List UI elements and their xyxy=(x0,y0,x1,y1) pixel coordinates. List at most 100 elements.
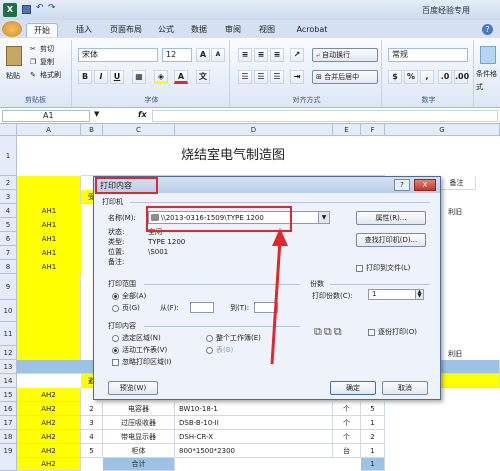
font-size-box[interactable]: 12 xyxy=(162,48,192,62)
cell-g4[interactable]: 利旧 xyxy=(440,206,470,218)
cell-d19[interactable]: 800*1500*2300 xyxy=(175,444,333,458)
decrease-decimal-icon[interactable]: .00 xyxy=(454,70,469,84)
cell-g12[interactable]: 利旧 xyxy=(440,348,470,360)
copies-spinner-icon[interactable]: ▲ ▼ xyxy=(415,290,423,299)
cell-c17[interactable]: 过压吸收器 xyxy=(103,416,175,430)
italic-button[interactable]: I xyxy=(94,70,108,84)
formula-input[interactable] xyxy=(152,110,498,122)
help-icon[interactable]: ? xyxy=(482,24,493,35)
all-pages-radio[interactable] xyxy=(112,293,119,300)
font-name-box[interactable]: 宋体 xyxy=(78,48,158,62)
underline-button[interactable]: U xyxy=(110,70,124,84)
tab-acrobat[interactable]: Acrobat xyxy=(290,23,334,37)
row-header-4[interactable]: 4 xyxy=(0,204,17,218)
cell-b19[interactable]: 5 xyxy=(81,444,103,458)
tab-insert[interactable]: 插入 xyxy=(70,23,98,37)
cell-a-upper-4[interactable]: AH1 xyxy=(17,246,81,260)
tab-page-layout[interactable]: 页面布局 xyxy=(104,23,148,37)
tab-data[interactable]: 数据 xyxy=(186,23,212,37)
fill-color-icon[interactable]: ◈ xyxy=(154,70,168,84)
phonetic-icon[interactable]: 文 xyxy=(196,70,210,84)
cell-g2[interactable]: 备注 xyxy=(438,176,476,190)
cell-f16[interactable]: 5 xyxy=(361,402,385,416)
ignore-print-areas-checkbox[interactable] xyxy=(112,359,119,366)
cut-button[interactable]: 剪切 xyxy=(40,43,54,56)
row-header-11[interactable]: 11 xyxy=(0,322,17,346)
cell-a-upper-5[interactable]: AH1 xyxy=(17,260,81,274)
row-header-6[interactable]: 6 xyxy=(0,232,17,246)
column-header-a[interactable]: A xyxy=(17,124,81,136)
tab-review[interactable]: 审阅 xyxy=(220,23,246,37)
align-left-icon[interactable]: ☰ xyxy=(238,70,252,84)
cell-a15[interactable]: AH2 xyxy=(17,388,81,402)
find-printer-button[interactable]: 查找打印机(D)... xyxy=(356,233,426,247)
column-header-f[interactable]: F xyxy=(361,124,385,136)
cell-a18[interactable]: AH2 xyxy=(17,430,81,444)
cell-f17[interactable]: 1 xyxy=(361,416,385,430)
percent-icon[interactable]: % xyxy=(404,70,418,84)
selection-radio[interactable] xyxy=(112,335,119,342)
active-sheets-radio[interactable] xyxy=(112,347,119,354)
cell-a19[interactable]: AH2 xyxy=(17,444,81,458)
copy-icon[interactable]: ❐ xyxy=(30,56,36,69)
row-header-18[interactable]: 18 xyxy=(0,430,17,444)
print-to-file-checkbox[interactable] xyxy=(356,265,363,272)
conditional-format-button[interactable]: 条件格式 xyxy=(476,68,500,91)
scissors-icon[interactable]: ✂ xyxy=(30,43,36,56)
align-top-icon[interactable]: ≡ xyxy=(238,48,252,62)
number-format-box[interactable]: 常规 xyxy=(388,48,468,62)
column-header-e[interactable]: E xyxy=(333,124,361,136)
row-header-1[interactable]: 1 xyxy=(0,136,17,176)
font-color-icon[interactable]: A xyxy=(174,70,188,84)
cell-c16[interactable]: 电容器 xyxy=(103,402,175,416)
cell-a-upper-2[interactable]: AH1 xyxy=(17,218,81,232)
cell-e16[interactable]: 个 xyxy=(333,402,361,416)
select-all-corner[interactable] xyxy=(0,124,17,136)
row-header-14[interactable]: 14 xyxy=(0,374,17,388)
copy-button[interactable]: 复制 xyxy=(40,56,54,69)
align-bottom-icon[interactable]: ≡ xyxy=(270,48,284,62)
cell-b17[interactable]: 3 xyxy=(81,416,103,430)
format-painter-button[interactable]: 格式刷 xyxy=(40,69,61,82)
table-radio[interactable] xyxy=(206,347,213,354)
cell-a-upper-1[interactable]: AH1 xyxy=(17,204,81,218)
row-header-2[interactable]: 2 xyxy=(0,176,17,190)
save-icon[interactable] xyxy=(22,5,31,14)
undo-icon[interactable]: ↶ xyxy=(36,3,44,13)
row-header-5[interactable]: 5 xyxy=(0,218,17,232)
properties-button[interactable]: 属性(R)... xyxy=(356,211,426,225)
cell-c18[interactable]: 带电显示器 xyxy=(103,430,175,444)
cell-f19[interactable]: 1 xyxy=(361,444,385,458)
currency-icon[interactable]: $ xyxy=(388,70,402,84)
row-header-16[interactable]: 16 xyxy=(0,402,17,416)
column-header-b[interactable]: B xyxy=(81,124,103,136)
cell-e19[interactable]: 台 xyxy=(333,444,361,458)
cell-a-upper-3[interactable]: AH1 xyxy=(17,232,81,246)
copies-input[interactable]: 1 ▲ ▼ xyxy=(368,289,424,300)
orientation-icon[interactable]: ↗ xyxy=(290,48,304,62)
row-header-19[interactable]: 19 xyxy=(0,444,17,471)
comma-icon[interactable]: , xyxy=(420,70,434,84)
printer-dropdown-icon[interactable]: ▼ xyxy=(318,212,329,223)
row-header-9[interactable]: 9 xyxy=(0,274,17,300)
cell-a17[interactable]: AH2 xyxy=(17,416,81,430)
cell-c20[interactable]: 合计 xyxy=(103,458,175,471)
row-header-8[interactable]: 8 xyxy=(0,260,17,274)
row-header-3[interactable]: 3 xyxy=(0,190,17,204)
cell-a20[interactable]: AH2 xyxy=(17,458,81,471)
cell-d16[interactable]: BW10-18-1 xyxy=(175,402,333,416)
row-header-12[interactable]: 12 xyxy=(0,346,17,360)
redo-icon[interactable]: ↷ xyxy=(48,3,56,13)
align-middle-icon[interactable]: ≡ xyxy=(254,48,268,62)
fx-icon[interactable]: fx xyxy=(138,110,147,119)
title-cell[interactable]: 烧结室电气制造图 xyxy=(81,136,385,176)
column-header-d[interactable]: D xyxy=(175,124,333,136)
merge-center-button[interactable]: ⊞ 合并后居中 xyxy=(312,70,378,84)
dialog-close-button[interactable]: X xyxy=(414,179,436,191)
column-header-c[interactable]: C xyxy=(103,124,175,136)
tab-view[interactable]: 视图 xyxy=(254,23,280,37)
paste-icon[interactable] xyxy=(6,46,22,66)
cell-e17[interactable]: 个 xyxy=(333,416,361,430)
tab-home[interactable]: 开始 xyxy=(26,23,58,37)
border-icon[interactable]: ▦ xyxy=(132,70,146,84)
